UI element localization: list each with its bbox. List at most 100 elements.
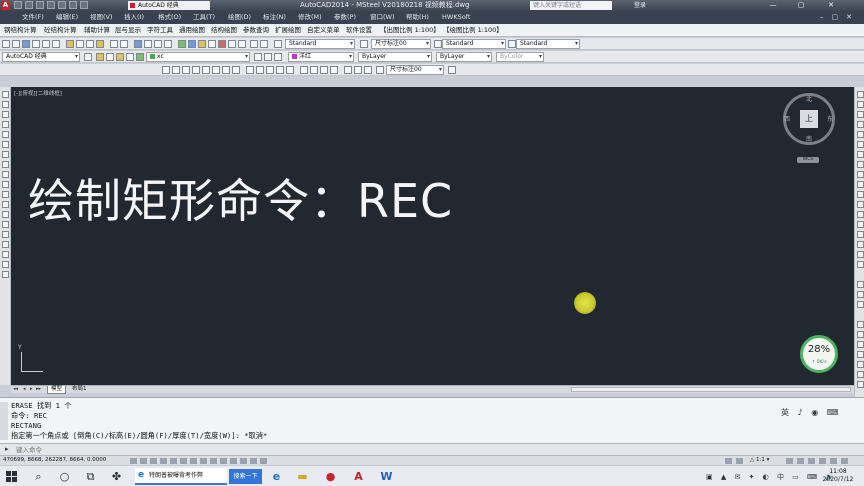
join-icon[interactable] (857, 221, 864, 228)
cut-icon[interactable] (66, 40, 74, 48)
pan-icon[interactable] (134, 40, 142, 48)
zoom-realtime-icon[interactable] (144, 40, 152, 48)
properties-icon[interactable] (178, 40, 186, 48)
edge-browser-icon[interactable]: e (270, 470, 283, 483)
open-icon[interactable] (12, 40, 20, 48)
layer-state-icon[interactable] (106, 53, 114, 61)
preview-icon[interactable] (42, 40, 50, 48)
lock-icon[interactable] (808, 458, 815, 464)
break-at-point-icon[interactable] (857, 201, 864, 208)
infer-constraints-icon[interactable] (130, 458, 137, 464)
menu-hwksoft[interactable]: HWKSoft (442, 11, 470, 24)
dbconnect-icon[interactable] (250, 40, 258, 48)
circle-icon[interactable] (2, 151, 9, 158)
snap-intersection-icon[interactable] (857, 371, 864, 378)
last-layout-icon[interactable]: ▸▸ (36, 386, 41, 393)
mleader-style-combo[interactable]: Standard (516, 39, 580, 49)
snap-node-icon[interactable] (857, 351, 864, 358)
table-style-icon[interactable] (434, 40, 442, 48)
layer-match-icon[interactable] (274, 53, 282, 61)
tab-custom-menu[interactable]: 自定义菜单 (307, 24, 340, 37)
line-icon[interactable] (2, 91, 9, 98)
windows-start-icon[interactable] (6, 471, 17, 482)
hardware-accel-icon[interactable] (819, 458, 826, 464)
workspace-combo[interactable]: AutoCAD 经典 (2, 52, 80, 62)
zoom-out-icon[interactable] (857, 301, 864, 308)
copy-icon[interactable] (76, 40, 84, 48)
dim-jogged-icon[interactable] (212, 66, 220, 74)
next-layout-icon[interactable]: ▸ (30, 386, 33, 393)
snap-mode-icon[interactable] (140, 458, 147, 464)
matchprop-icon[interactable] (96, 40, 104, 48)
tolerance-icon[interactable] (300, 66, 308, 74)
color-combo[interactable]: 洋红 (288, 52, 354, 62)
center-mark-icon[interactable] (310, 66, 318, 74)
zoom-window-icon[interactable] (154, 40, 162, 48)
lineweight-combo[interactable]: ByLayer (436, 52, 492, 62)
chamfer-icon[interactable] (857, 231, 864, 238)
markup-icon[interactable] (218, 40, 226, 48)
sheet-set-icon[interactable] (208, 40, 216, 48)
quick-properties-icon[interactable] (250, 458, 257, 464)
fillet-icon[interactable] (857, 241, 864, 248)
menu-modify[interactable]: 修改(M) (298, 11, 322, 24)
design-center-icon[interactable] (188, 40, 196, 48)
snap-endpoint-icon[interactable] (857, 321, 864, 328)
break-icon[interactable] (857, 211, 864, 218)
dim-linear-icon[interactable] (162, 66, 170, 74)
extend-icon[interactable] (857, 191, 864, 198)
dim-style-override-icon[interactable] (448, 66, 456, 74)
tab-param-query[interactable]: 参数查询 (243, 24, 269, 37)
mirror-icon[interactable] (857, 111, 864, 118)
doc-window-controls[interactable]: –▢✕ (820, 13, 860, 21)
print-icon[interactable] (58, 1, 66, 9)
snap-center-icon[interactable] (857, 341, 864, 348)
tab-aux-calc[interactable]: 辅助计算 (84, 24, 110, 37)
stretch-icon[interactable] (857, 171, 864, 178)
selection-cycling-icon[interactable] (260, 458, 267, 464)
tab-steel-calc[interactable]: 钢结构计算 (4, 24, 37, 37)
undo-icon[interactable] (69, 1, 77, 9)
viewcube-west[interactable]: 西 (784, 114, 790, 123)
cortana-icon[interactable]: ○ (58, 470, 71, 483)
menu-draw[interactable]: 绘图(D) (228, 11, 251, 24)
lineweight-icon[interactable] (230, 458, 237, 464)
region-icon[interactable] (2, 251, 9, 258)
paste-icon[interactable] (86, 40, 94, 48)
tab-general-draw[interactable]: 通用绘图 (179, 24, 205, 37)
ime-toolbar[interactable]: 英 ♪ ◉ ⌨ (781, 407, 841, 418)
dim-break-icon[interactable] (286, 66, 294, 74)
move-icon[interactable] (857, 141, 864, 148)
table-icon[interactable] (2, 261, 9, 268)
snap-quadrant-icon[interactable] (857, 361, 864, 368)
copy-object-icon[interactable] (857, 101, 864, 108)
autocad-taskbar-icon[interactable]: A (352, 470, 365, 483)
quickcalc-icon[interactable] (228, 40, 236, 48)
3d-osnap-icon[interactable] (190, 458, 197, 464)
inspect-icon[interactable] (320, 66, 328, 74)
tab-model[interactable]: 模型 (47, 386, 67, 394)
dim-arc-icon[interactable] (182, 66, 190, 74)
text-style-icon[interactable] (274, 40, 282, 48)
layer-lock-icon[interactable] (136, 53, 144, 61)
gradient-icon[interactable] (2, 241, 9, 248)
make-current-icon[interactable] (254, 53, 262, 61)
hatch-icon[interactable] (2, 231, 9, 238)
dim-diameter-icon[interactable] (222, 66, 230, 74)
viewcube-top-face[interactable]: 上 (800, 110, 818, 128)
qnew-icon[interactable] (2, 40, 10, 48)
mleader-style-icon[interactable] (508, 40, 516, 48)
menu-edit[interactable]: 编辑(E) (56, 11, 78, 24)
word-app-icon[interactable]: W (380, 470, 393, 483)
menu-format[interactable]: 格式(O) (158, 11, 181, 24)
layer-freeze-icon[interactable] (126, 53, 134, 61)
otrack-icon[interactable] (200, 458, 207, 464)
rectangle-icon[interactable] (2, 131, 9, 138)
snap-perpendicular-icon[interactable] (857, 381, 864, 388)
clean-screen-icon[interactable] (841, 458, 848, 464)
viewport-controls[interactable]: [-][俯视][二维线框] (14, 89, 62, 97)
autocad-logo-icon[interactable]: A (1, 1, 10, 10)
model-space-icon[interactable] (725, 458, 732, 464)
polygon-icon[interactable] (2, 121, 9, 128)
dim-space-icon[interactable] (276, 66, 284, 74)
